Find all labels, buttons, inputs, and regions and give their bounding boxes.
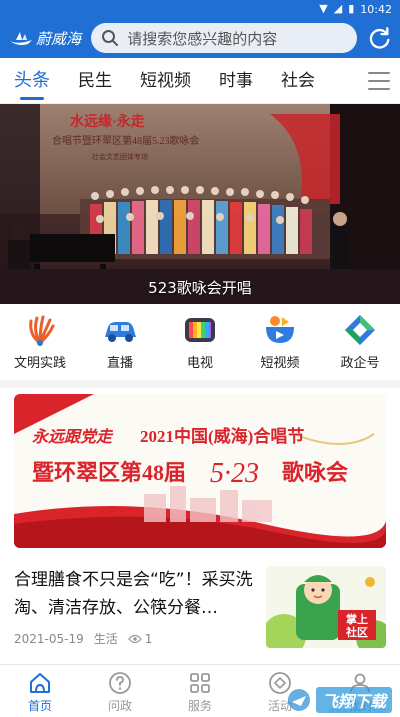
promo-poster[interactable]: 永远跟党走 2021中国(威海)合唱节 暨环翠区第48届 5·23 歌咏会 (14, 394, 386, 548)
nav-services[interactable]: 服务 (160, 665, 240, 717)
quick-link-label: 短视频 (260, 356, 300, 371)
banner-caption: 523歌咏会开唱 (148, 279, 252, 297)
article-date: 2021-05-19 (14, 631, 84, 646)
live-icon (105, 322, 136, 342)
quick-link-civilization[interactable]: 文明实践 (0, 306, 80, 378)
section-divider (0, 380, 400, 388)
stage-banner-text: 合唱节暨环翠区第48届5.23歌咏会 (52, 134, 200, 147)
quick-link-short-video[interactable]: 短视频 (240, 306, 320, 378)
quick-link-tv[interactable]: 电视 (160, 306, 240, 378)
watermark-url: www.fxxz.com (328, 706, 386, 715)
banner-photo: 水远缘·永走 合唱节暨环翠区第48届5.23歌咏会 社会文艺团体专场 (0, 104, 400, 304)
watermark: 飞翔下载 www.fxxz.com (286, 687, 392, 715)
civilization-icon (29, 315, 55, 346)
app-header: 蔚威海 请搜索您感兴趣的内容 (0, 18, 400, 58)
tab-current-affairs[interactable]: 时事 (219, 58, 253, 104)
stage-banner-text: 社会文艺团体专场 (92, 152, 148, 161)
quick-link-live[interactable]: 直播 (80, 306, 160, 378)
category-tabs: 头条 民生 短视频 时事 社会 (0, 58, 400, 104)
tab-short-video[interactable]: 短视频 (140, 58, 191, 104)
article-thumbnail[interactable]: 掌上 社区 (266, 566, 386, 648)
thumb-label: 掌上 (346, 612, 368, 626)
poster-number: 5·23 (210, 458, 259, 489)
status-time: 10:42 (360, 2, 392, 16)
nav-label: 问政 (107, 699, 132, 713)
article-meta: 2021-05-19 生活 1 (14, 630, 152, 647)
thumb-label: 社区 (345, 625, 368, 639)
app-logo[interactable]: 蔚威海 (8, 23, 87, 53)
tab-headlines[interactable]: 头条 (14, 58, 50, 104)
search-icon (102, 30, 119, 46)
nav-inquiry[interactable]: 问政 (80, 665, 160, 717)
signal-icon: ◢ (333, 2, 343, 15)
news-article-card[interactable]: 合理膳食不只是会“吃”！采买洗淘、清洁存放、公筷分餐… 2021-05-19 生… (0, 556, 400, 662)
article-views: 1 (127, 631, 153, 646)
tab-society[interactable]: 社会 (281, 58, 315, 104)
quick-link-label: 电视 (186, 356, 213, 371)
bottom-navigation: 首页 问政 服务 活动 我的 (0, 664, 400, 717)
article-title[interactable]: 合理膳食不只是会“吃”！采买洗淘、清洁存放、公筷分餐… (14, 566, 258, 622)
short-video-icon (266, 316, 294, 343)
quick-link-label: 直播 (106, 356, 133, 371)
ship-logo-icon (10, 32, 32, 45)
battery-icon: ▮ (348, 2, 355, 15)
thumbnail-image: 掌上 社区 (266, 566, 386, 648)
watermark-logo-icon (287, 689, 310, 711)
stage-banner-text: 水远缘·永走 (70, 113, 146, 130)
tv-icon (185, 318, 215, 342)
question-icon (109, 672, 131, 694)
wifi-icon: ▼ (319, 2, 328, 15)
nav-label: 服务 (187, 699, 212, 713)
poster-art: 永远跟党走 2021中国(威海)合唱节 暨环翠区第48届 5·23 歌咏会 (14, 394, 386, 548)
banner-carousel[interactable]: 水远缘·永走 合唱节暨环翠区第48届5.23歌咏会 社会文艺团体专场 523歌咏… (0, 104, 400, 304)
quick-links: 文明实践 直播 电视 短视频 政企号 (0, 306, 400, 378)
logo-text: 蔚威海 (36, 29, 82, 48)
search-placeholder: 请搜索您感兴趣的内容 (127, 29, 278, 48)
gov-account-icon (345, 315, 375, 345)
poster-title: 2021中国(威海)合唱节 (140, 426, 304, 446)
quick-link-label: 文明实践 (13, 356, 66, 371)
status-bar: ▼ ◢ ▮ 10:42 (0, 0, 400, 18)
home-icon (30, 673, 50, 693)
nav-label: 首页 (27, 699, 52, 713)
quick-link-gov-account[interactable]: 政企号 (320, 306, 400, 378)
tab-livelihood[interactable]: 民生 (78, 58, 112, 104)
refresh-icon[interactable] (367, 25, 392, 51)
eye-icon (127, 634, 142, 643)
poster-subtitle: 暨环翠区第48届 (32, 460, 186, 485)
quick-link-label: 政企号 (340, 356, 380, 371)
grid-icon (190, 673, 210, 693)
article-category: 生活 (93, 632, 118, 646)
search-bar[interactable]: 请搜索您感兴趣的内容 (91, 23, 357, 53)
poster-event: 歌咏会 (282, 460, 348, 485)
article-view-count: 1 (144, 631, 153, 646)
poster-slogan: 永远跟党走 (32, 428, 114, 446)
more-tabs-menu-icon[interactable] (368, 72, 390, 90)
nav-home[interactable]: 首页 (0, 665, 80, 717)
